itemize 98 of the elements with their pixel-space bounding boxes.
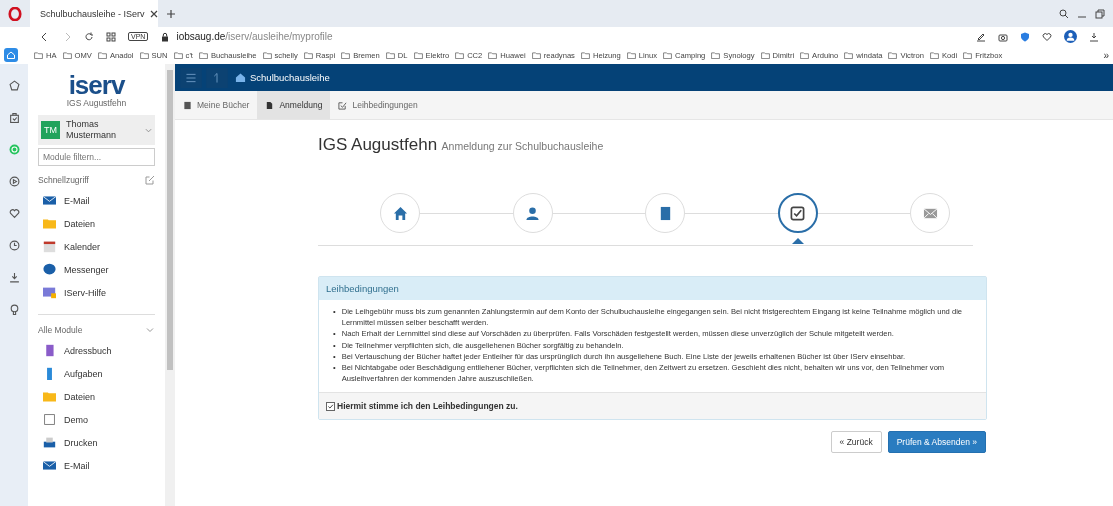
folder-icon xyxy=(963,51,973,59)
module-link[interactable]: Dateien xyxy=(38,212,155,235)
camera-icon[interactable] xyxy=(998,31,1008,42)
folder-icon xyxy=(341,51,351,59)
module-link[interactable]: IServ-Hilfe xyxy=(38,281,155,304)
module-link[interactable]: Demo xyxy=(38,408,155,431)
close-icon[interactable] xyxy=(148,8,159,19)
wizard-step[interactable] xyxy=(777,193,818,233)
restore-icon[interactable] xyxy=(1095,8,1105,19)
mail-icon xyxy=(922,205,938,221)
profile-icon[interactable] xyxy=(1064,30,1077,43)
print-icon xyxy=(43,436,56,449)
folder-icon xyxy=(760,51,770,59)
new-tab-icon[interactable] xyxy=(166,8,176,19)
section-heading: Schnellzugriff xyxy=(38,175,89,185)
tab[interactable]: Anmeldung xyxy=(257,91,331,119)
folder-icon xyxy=(800,51,810,59)
module-filter-field[interactable]: Module filtern... xyxy=(38,148,155,166)
module-link[interactable]: Dateien xyxy=(38,385,155,408)
folder-icon xyxy=(626,51,636,59)
module-link[interactable]: Aufgaben xyxy=(38,362,155,385)
breadcrumb: Schulbuchausleihe xyxy=(250,72,330,83)
chat-icon xyxy=(43,263,56,276)
opera-logo-icon[interactable] xyxy=(8,6,22,21)
module-link[interactable]: Kalender xyxy=(38,235,155,258)
folder-icon xyxy=(262,51,272,59)
bag-icon[interactable] xyxy=(8,112,20,123)
module-link[interactable]: Drucken xyxy=(38,431,155,454)
check-icon xyxy=(338,100,348,110)
folder-icon xyxy=(62,51,72,59)
folder-icon xyxy=(888,51,898,59)
folder-icon xyxy=(662,51,672,59)
user-avatar: TM xyxy=(41,121,60,139)
mail-icon xyxy=(43,459,56,472)
user-name: Thomas Mustermann xyxy=(66,119,118,141)
browser-tab[interactable]: Schulbuchausleihe - IServ xyxy=(30,0,158,27)
file-icon xyxy=(265,100,275,110)
user-icon xyxy=(525,205,540,221)
school-name: IGS Augustfehn xyxy=(65,98,128,108)
folder-icon xyxy=(711,51,721,59)
heart-icon[interactable] xyxy=(8,208,20,219)
module-link[interactable]: E-Mail xyxy=(38,454,155,477)
module-link[interactable]: E-Mail xyxy=(38,189,155,212)
caret-icon xyxy=(145,127,152,133)
folder-icon xyxy=(580,51,590,59)
help-icon xyxy=(43,286,56,299)
address-field[interactable]: iobsaug.de/iserv/ausleihe/myprofile xyxy=(176,31,333,42)
mail-icon xyxy=(43,194,56,207)
folder-icon xyxy=(455,51,465,59)
folder-icon xyxy=(43,217,56,230)
edit-icon[interactable] xyxy=(145,175,155,185)
folder-icon xyxy=(139,51,149,59)
more-bookmarks[interactable]: » xyxy=(1103,49,1109,61)
check-icon xyxy=(327,402,334,410)
folder-icon xyxy=(303,51,313,59)
download-icon[interactable] xyxy=(1089,31,1099,42)
pen-icon[interactable] xyxy=(976,31,986,42)
heart-icon[interactable] xyxy=(1042,31,1052,42)
search-icon[interactable] xyxy=(1059,8,1069,19)
folder-icon xyxy=(930,51,939,59)
folder-icon xyxy=(173,51,183,59)
clock-icon[interactable] xyxy=(8,240,20,251)
play-icon[interactable] xyxy=(8,176,20,187)
book-icon xyxy=(183,100,192,110)
folder-icon xyxy=(413,51,423,59)
folder-icon xyxy=(43,390,56,403)
download-icon[interactable] xyxy=(8,272,20,283)
folder-icon xyxy=(198,51,208,59)
tab-title: Schulbuchausleihe - IServ xyxy=(40,8,145,19)
panel-heading: Leihbedingungen xyxy=(319,277,986,300)
menu-icon[interactable] xyxy=(180,67,202,88)
section-heading: Alle Module xyxy=(38,325,83,335)
folder-icon xyxy=(34,51,43,59)
module-link[interactable]: Adressbuch xyxy=(38,339,155,362)
folder-icon xyxy=(844,51,854,59)
folder-icon xyxy=(385,51,395,59)
shield-icon[interactable] xyxy=(1020,31,1030,42)
demo-icon xyxy=(43,413,56,426)
reload-icon[interactable] xyxy=(84,31,94,42)
submit-button[interactable]: Prüfen & Absenden » xyxy=(887,431,986,454)
grid-icon[interactable] xyxy=(106,31,116,42)
calendar-icon xyxy=(43,240,56,253)
home-icon xyxy=(392,205,408,221)
page-title: IGS Augustfehn xyxy=(318,135,438,154)
tab[interactable]: Leihbedingungen xyxy=(330,91,426,119)
folder-icon xyxy=(531,51,541,59)
check-icon xyxy=(790,205,805,221)
folder-icon xyxy=(97,51,107,59)
page-subtitle: Anmeldung zur Schulbuchausleihe xyxy=(441,140,604,152)
home-icon[interactable] xyxy=(235,72,246,83)
module-link[interactable]: Messenger xyxy=(38,258,155,281)
tab[interactable]: Meine Bücher xyxy=(175,91,258,119)
folder-icon xyxy=(488,51,498,59)
iserv-logo[interactable]: iserv xyxy=(38,72,155,98)
lock-icon xyxy=(160,31,171,42)
home-icon[interactable] xyxy=(4,48,18,62)
back-button[interactable]: « Zurück xyxy=(830,431,882,454)
bulb-icon[interactable] xyxy=(8,304,20,315)
